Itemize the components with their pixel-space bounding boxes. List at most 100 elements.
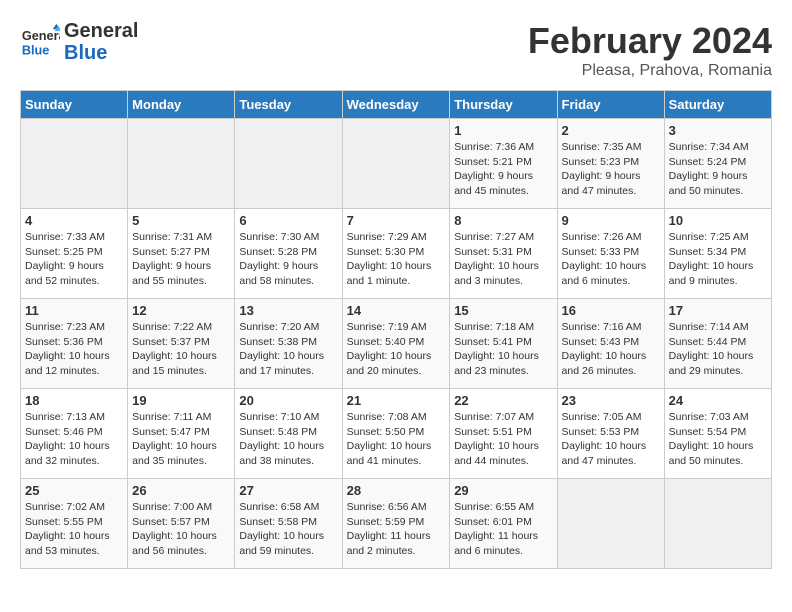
calendar-cell: 16Sunrise: 7:16 AMSunset: 5:43 PMDayligh…: [557, 299, 664, 389]
day-number: 27: [239, 483, 337, 498]
logo-general: General: [64, 20, 138, 42]
day-info: Sunrise: 7:02 AMSunset: 5:55 PMDaylight:…: [25, 500, 123, 559]
calendar-cell: 9 Sunrise: 7:26 AMSunset: 5:33 PMDaylight…: [557, 209, 664, 299]
calendar-cell: 6Sunrise: 7:30 AMSunset: 5:28 PMDaylight…: [235, 209, 342, 299]
calendar-cell: 4Sunrise: 7:33 AMSunset: 5:25 PMDaylight…: [21, 209, 128, 299]
day-number: 29: [454, 483, 552, 498]
day-info: Sunrise: 6:58 AMSunset: 5:58 PMDaylight:…: [239, 500, 337, 559]
calendar-cell: 25 Sunrise: 7:02 AMSunset: 5:55 PMDayligh…: [21, 479, 128, 569]
month-title: February 2024: [528, 20, 772, 62]
calendar-cell: [342, 119, 450, 209]
day-info: Sunrise: 6:55 AMSunset: 6:01 PMDaylight:…: [454, 500, 552, 559]
calendar-cell: 19 Sunrise: 7:11 AMSunset: 5:47 PMDayligh…: [128, 389, 235, 479]
calendar-cell: 21Sunrise: 7:08 AMSunset: 5:50 PMDayligh…: [342, 389, 450, 479]
day-number: 4: [25, 213, 123, 228]
day-number: 1: [454, 123, 552, 138]
day-number: 3: [669, 123, 767, 138]
day-number: 7: [347, 213, 446, 228]
calendar-table: SundayMondayTuesdayWednesdayThursdayFrid…: [20, 90, 772, 569]
day-info: Sunrise: 7:35 AMSunset: 5:23 PMDaylight:…: [562, 140, 660, 199]
day-number: 26: [132, 483, 230, 498]
day-number: 23: [562, 393, 660, 408]
calendar-cell: 29 Sunrise: 6:55 AMSunset: 6:01 PMDayligh…: [450, 479, 557, 569]
day-info: Sunrise: 7:19 AMSunset: 5:40 PMDaylight:…: [347, 320, 446, 379]
day-number: 17: [669, 303, 767, 318]
svg-text:Blue: Blue: [22, 43, 50, 58]
day-number: 9: [562, 213, 660, 228]
day-number: 8: [454, 213, 552, 228]
day-info: Sunrise: 7:00 AMSunset: 5:57 PMDaylight:…: [132, 500, 230, 559]
day-info: Sunrise: 7:29 AMSunset: 5:30 PMDaylight:…: [347, 230, 446, 289]
calendar-cell: 2 Sunrise: 7:35 AMSunset: 5:23 PMDaylight…: [557, 119, 664, 209]
day-info: Sunrise: 7:23 AMSunset: 5:36 PMDaylight:…: [25, 320, 123, 379]
calendar-cell: [128, 119, 235, 209]
day-number: 11: [25, 303, 123, 318]
logo-blue: Blue: [64, 42, 138, 64]
weekday-header-wednesday: Wednesday: [342, 91, 450, 119]
day-info: Sunrise: 7:25 AMSunset: 5:34 PMDaylight:…: [669, 230, 767, 289]
calendar-cell: 15 Sunrise: 7:18 AMSunset: 5:41 PMDayligh…: [450, 299, 557, 389]
day-info: Sunrise: 7:22 AMSunset: 5:37 PMDaylight:…: [132, 320, 230, 379]
day-number: 12: [132, 303, 230, 318]
day-info: Sunrise: 7:03 AMSunset: 5:54 PMDaylight:…: [669, 410, 767, 469]
location: Pleasa, Prahova, Romania: [528, 62, 772, 80]
weekday-header-saturday: Saturday: [664, 91, 771, 119]
day-number: 13: [239, 303, 337, 318]
day-number: 2: [562, 123, 660, 138]
logo-icon: General Blue: [20, 22, 60, 62]
day-number: 5: [132, 213, 230, 228]
day-info: Sunrise: 7:26 AMSunset: 5:33 PMDaylight:…: [562, 230, 660, 289]
day-info: Sunrise: 7:05 AMSunset: 5:53 PMDaylight:…: [562, 410, 660, 469]
calendar-cell: 14 Sunrise: 7:19 AMSunset: 5:40 PMDayligh…: [342, 299, 450, 389]
calendar-cell: 20 Sunrise: 7:10 AMSunset: 5:48 PMDayligh…: [235, 389, 342, 479]
calendar-cell: [21, 119, 128, 209]
svg-text:General: General: [22, 28, 60, 43]
title-block: February 2024 Pleasa, Prahova, Romania: [528, 20, 772, 80]
day-number: 14: [347, 303, 446, 318]
calendar-cell: [664, 479, 771, 569]
calendar-cell: 27 Sunrise: 6:58 AMSunset: 5:58 PMDayligh…: [235, 479, 342, 569]
day-number: 18: [25, 393, 123, 408]
calendar-cell: 12 Sunrise: 7:22 AMSunset: 5:37 PMDayligh…: [128, 299, 235, 389]
day-info: Sunrise: 7:10 AMSunset: 5:48 PMDaylight:…: [239, 410, 337, 469]
calendar-cell: 8Sunrise: 7:27 AMSunset: 5:31 PMDaylight…: [450, 209, 557, 299]
day-number: 28: [347, 483, 446, 498]
day-number: 6: [239, 213, 337, 228]
page-header: General Blue General Blue February 2024 …: [20, 20, 772, 80]
calendar-cell: 11 Sunrise: 7:23 AMSunset: 5:36 PMDayligh…: [21, 299, 128, 389]
day-number: 16: [562, 303, 660, 318]
day-number: 22: [454, 393, 552, 408]
calendar-cell: 1 Sunrise: 7:36 AMSunset: 5:21 PMDaylight…: [450, 119, 557, 209]
day-number: 19: [132, 393, 230, 408]
calendar-cell: 3 Sunrise: 7:34 AMSunset: 5:24 PMDaylight…: [664, 119, 771, 209]
calendar-cell: 18 Sunrise: 7:13 AMSunset: 5:46 PMDayligh…: [21, 389, 128, 479]
day-number: 15: [454, 303, 552, 318]
day-info: Sunrise: 7:18 AMSunset: 5:41 PMDaylight:…: [454, 320, 552, 379]
calendar-cell: 22 Sunrise: 7:07 AMSunset: 5:51 PMDayligh…: [450, 389, 557, 479]
day-info: Sunrise: 7:36 AMSunset: 5:21 PMDaylight:…: [454, 140, 552, 199]
calendar-cell: 10Sunrise: 7:25 AMSunset: 5:34 PMDayligh…: [664, 209, 771, 299]
calendar-cell: [235, 119, 342, 209]
day-info: Sunrise: 7:34 AMSunset: 5:24 PMDaylight:…: [669, 140, 767, 199]
day-number: 25: [25, 483, 123, 498]
calendar-cell: [557, 479, 664, 569]
weekday-header-monday: Monday: [128, 91, 235, 119]
day-number: 24: [669, 393, 767, 408]
calendar-cell: 13Sunrise: 7:20 AMSunset: 5:38 PMDayligh…: [235, 299, 342, 389]
calendar-cell: 5Sunrise: 7:31 AMSunset: 5:27 PMDaylight…: [128, 209, 235, 299]
calendar-cell: 24 Sunrise: 7:03 AMSunset: 5:54 PMDayligh…: [664, 389, 771, 479]
calendar-cell: 17 Sunrise: 7:14 AMSunset: 5:44 PMDayligh…: [664, 299, 771, 389]
day-number: 20: [239, 393, 337, 408]
weekday-header-sunday: Sunday: [21, 91, 128, 119]
day-info: Sunrise: 7:14 AMSunset: 5:44 PMDaylight:…: [669, 320, 767, 379]
weekday-header-tuesday: Tuesday: [235, 91, 342, 119]
day-info: Sunrise: 7:08 AMSunset: 5:50 PMDaylight:…: [347, 410, 446, 469]
day-info: Sunrise: 7:07 AMSunset: 5:51 PMDaylight:…: [454, 410, 552, 469]
logo: General Blue General Blue: [20, 20, 138, 64]
day-info: Sunrise: 7:13 AMSunset: 5:46 PMDaylight:…: [25, 410, 123, 469]
day-info: Sunrise: 7:11 AMSunset: 5:47 PMDaylight:…: [132, 410, 230, 469]
calendar-cell: 26 Sunrise: 7:00 AMSunset: 5:57 PMDayligh…: [128, 479, 235, 569]
calendar-cell: 23 Sunrise: 7:05 AMSunset: 5:53 PMDayligh…: [557, 389, 664, 479]
weekday-header-friday: Friday: [557, 91, 664, 119]
day-info: Sunrise: 6:56 AMSunset: 5:59 PMDaylight:…: [347, 500, 446, 559]
